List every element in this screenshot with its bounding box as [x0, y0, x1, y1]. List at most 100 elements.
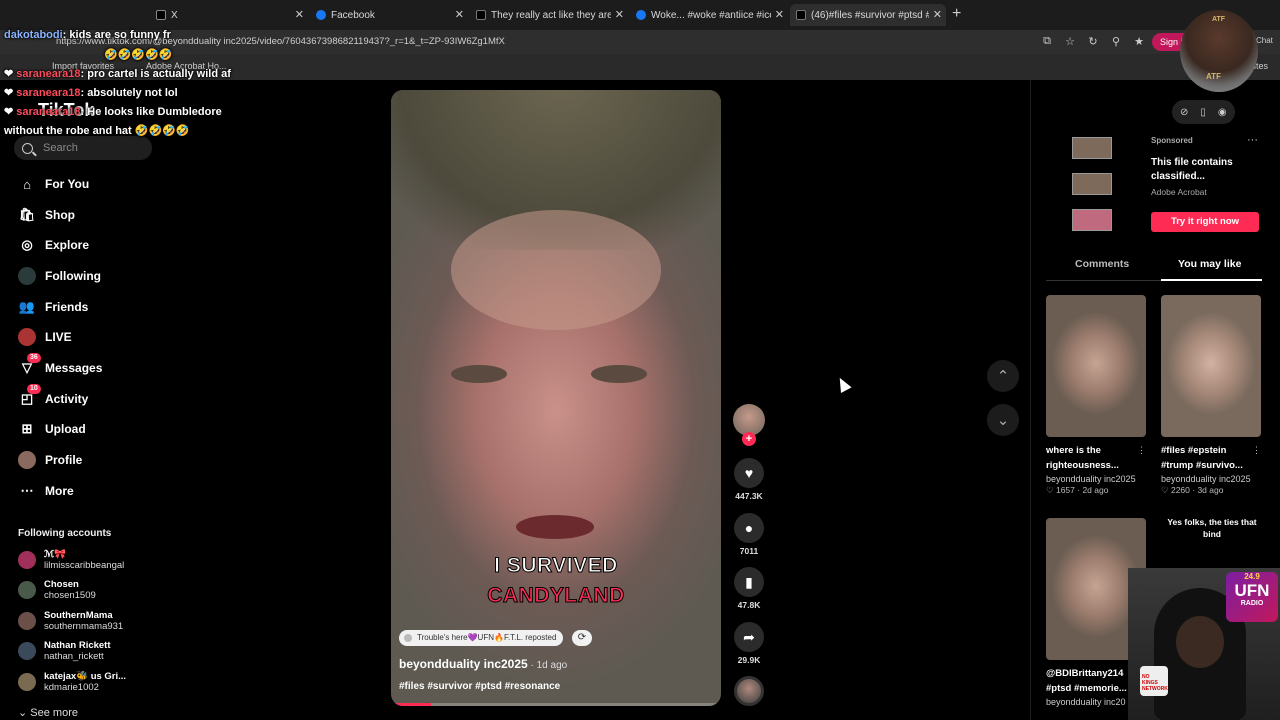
see-more-link[interactable]: ⌄ See more — [18, 706, 78, 719]
device-icon[interactable]: ▯ — [1200, 107, 1206, 118]
close-icon[interactable]: ✕ — [615, 8, 624, 21]
tiktok-icon — [476, 10, 486, 20]
following-account[interactable]: katejax🐝 us Gri... kdmarie1002 — [18, 668, 126, 696]
repost-icon[interactable]: ⟳ — [572, 630, 592, 646]
collections-icon[interactable]: ★ — [1132, 34, 1146, 48]
search-input[interactable]: Search — [14, 136, 152, 160]
tab-comments[interactable]: Comments — [1075, 258, 1129, 270]
following-account[interactable]: Nathan Rickett nathan_rickett — [18, 637, 111, 665]
card-likes: ♡ 2260 — [1161, 485, 1190, 495]
sidebar-item-label: Profile — [45, 453, 83, 467]
video-progress-bar[interactable] — [391, 703, 721, 706]
account-handle: kdmarie1002 — [44, 682, 99, 693]
avatar — [18, 642, 36, 660]
recommended-video-card[interactable]: #files #epstein #trump #survivo... beyon… — [1161, 295, 1261, 496]
mug-text: NO KINGS NETWORK — [1142, 674, 1168, 692]
favorite-star-icon[interactable]: ☆ — [1063, 34, 1077, 48]
chat-partial-label: Chat — [1256, 36, 1273, 45]
author-name[interactable]: beyondduality inc2025 — [399, 657, 528, 671]
sidebar-item-explore[interactable]: ◎ Explore — [18, 233, 89, 257]
tab-facebook[interactable]: Facebook ✕ — [310, 4, 468, 26]
sidebar-item-profile[interactable]: Profile — [18, 448, 82, 472]
more-options-icon[interactable]: ··· — [1247, 134, 1258, 146]
save-button[interactable]: ▮ 47.8K — [732, 567, 766, 610]
sidebar-item-activity[interactable]: ◰ 10 Activity — [18, 384, 88, 411]
video-thumbnail[interactable] — [1046, 295, 1146, 437]
search-placeholder: Search — [43, 142, 78, 154]
heart-icon: ♥ — [734, 458, 764, 488]
following-accounts-heading: Following accounts — [18, 528, 112, 539]
card-author: beyondduality inc2025 — [1046, 474, 1136, 484]
share-button[interactable]: ➦ 29.9K — [732, 622, 766, 665]
video-thumbnail[interactable] — [1161, 295, 1261, 437]
chat-user: dakotabodi — [4, 29, 63, 41]
video-hashtags[interactable]: #files #survivor #ptsd #resonance — [399, 681, 560, 692]
cam-label: ATF — [1212, 16, 1226, 23]
extensions-icon[interactable]: ⚲ — [1109, 34, 1123, 48]
tab-facebook-woke[interactable]: Woke... #woke #antiice #ice #liber ✕ — [630, 4, 788, 26]
search-icon — [22, 142, 33, 154]
refresh-icon[interactable]: ↻ — [1086, 34, 1100, 48]
sidebar-item-label: For You — [45, 177, 90, 191]
follow-plus-icon[interactable]: + — [742, 432, 756, 446]
like-button[interactable]: ♥ 447.3K — [732, 458, 766, 501]
open-in-app-icon[interactable]: ⧉ — [1040, 34, 1054, 48]
ad-title[interactable]: This file contains classified... — [1151, 156, 1261, 184]
address-bar: https://www.tiktok.com/@beyondduality in… — [0, 30, 1280, 54]
tab-x[interactable]: X ✕ — [150, 4, 308, 26]
user-avatar-icon[interactable]: ◉ — [1218, 107, 1227, 118]
facebook-icon — [636, 10, 646, 20]
close-icon[interactable]: ✕ — [295, 8, 304, 21]
sidebar-item-for-you[interactable]: ⌂ For You — [18, 172, 89, 196]
sidebar-item-following[interactable]: Following — [18, 264, 101, 288]
sidebar-item-messages[interactable]: ▽ 36 Messages — [18, 353, 102, 380]
sidebar-item-more[interactable]: ⋯ More — [18, 479, 74, 503]
more-options-icon[interactable]: ⋮ — [1252, 445, 1261, 456]
ufn-sub: RADIO — [1240, 600, 1264, 607]
tab-tiktok-active[interactable]: (46)#files #survivor #ptsd #res ✕ — [790, 4, 946, 26]
new-tab-button[interactable]: + — [952, 5, 961, 23]
sidebar-item-label: Following — [45, 269, 101, 283]
active-tab-indicator — [1161, 279, 1262, 281]
close-icon[interactable]: ✕ — [775, 8, 784, 21]
sidebar-item-live[interactable]: LIVE — [18, 325, 72, 349]
next-video-button[interactable]: ⌄ — [987, 404, 1019, 436]
sidebar-item-shop[interactable]: 🛍 Shop — [18, 203, 75, 227]
tab-tiktok-1[interactable]: They really act like they are hurting ✕ — [470, 4, 628, 26]
upload-icon: ⊞ — [21, 421, 33, 436]
music-disc-avatar[interactable] — [734, 676, 764, 706]
following-account[interactable]: SouthernMama southernmama931 — [18, 607, 123, 635]
video-caption-line-2: CANDYLAND — [487, 584, 625, 608]
repost-badge[interactable]: Trouble's here💜UFN🔥F.T.L. reposted — [399, 630, 564, 646]
close-icon[interactable]: ✕ — [455, 8, 464, 21]
url-field[interactable]: https://www.tiktok.com/@beyondduality in… — [56, 34, 1036, 50]
sidebar-item-upload[interactable]: ⊞ Upload — [18, 417, 86, 441]
avatar — [18, 673, 36, 691]
tab-label: They really act like they are hurting — [491, 9, 611, 21]
tab-label: Facebook — [331, 9, 375, 21]
profile-icon — [18, 451, 36, 469]
video-caption-line-1: I SURVIVED — [494, 554, 618, 578]
account-name: SouthernMama — [44, 610, 113, 621]
comment-button[interactable]: ● 7011 — [732, 513, 766, 556]
ad-cta-button[interactable]: Try it right now — [1151, 212, 1259, 232]
home-icon: ⌂ — [23, 176, 31, 192]
video-author[interactable]: beyondduality inc2025 · 1d ago — [399, 657, 567, 671]
chat-message: without the robe and hat 🤣🤣🤣🤣 — [4, 124, 190, 137]
more-options-icon[interactable]: ⋮ — [1137, 445, 1146, 456]
browser-tab-bar: X ✕ Facebook ✕ They really act like they… — [0, 0, 1280, 30]
tab-you-may-like[interactable]: You may like — [1178, 258, 1241, 270]
following-account[interactable]: ℳ🎀 lilmisscaribbeangal — [18, 546, 124, 574]
compass-icon[interactable]: ⊘ — [1180, 107, 1188, 118]
video-player[interactable]: I SURVIVED CANDYLAND Trouble's here💜UFN🔥… — [391, 90, 721, 706]
previous-video-button[interactable]: ⌃ — [987, 360, 1019, 392]
card-age: · 3d ago — [1189, 485, 1224, 495]
following-account[interactable]: Chosen chosen1509 — [18, 576, 96, 604]
mouse-cursor-icon — [834, 375, 852, 393]
sidebar-item-friends[interactable]: 👥 Friends — [18, 295, 88, 319]
ad-brand: Adobe Acrobat — [1151, 187, 1207, 197]
close-icon[interactable]: ✕ — [933, 8, 942, 21]
chat-message: 🤣🤣🤣🤣🤣 — [104, 48, 172, 61]
recommended-video-card[interactable]: where is the righteousness... beyonddual… — [1046, 295, 1146, 496]
account-name: Chosen — [44, 579, 79, 590]
